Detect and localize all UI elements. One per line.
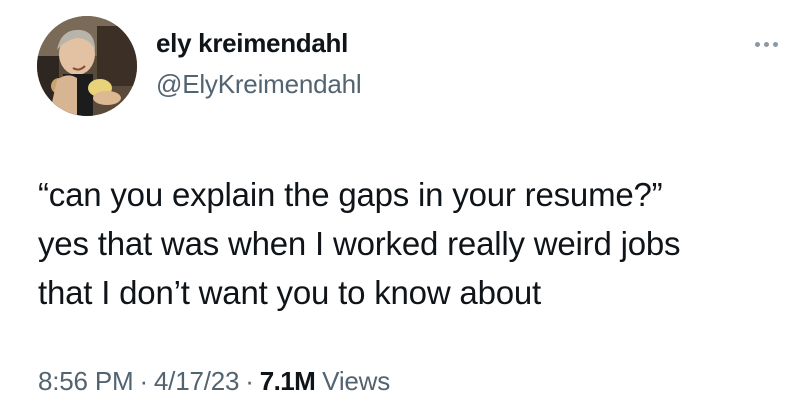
views-count: 7.1M xyxy=(259,366,316,396)
more-dot xyxy=(754,41,760,47)
more-options-icon[interactable] xyxy=(748,34,784,54)
avatar-photo xyxy=(37,16,137,116)
views-label: Views xyxy=(322,366,391,396)
tweet-text-line: “can you explain the gaps in your resume… xyxy=(38,176,663,213)
tweet-date[interactable]: 4/17/23 xyxy=(154,366,240,396)
author-handle[interactable]: @ElyKreimendahl xyxy=(156,69,362,100)
avatar[interactable] xyxy=(37,16,137,116)
more-dot xyxy=(772,41,778,47)
tweet-text: “can you explain the gaps in your resume… xyxy=(38,170,778,317)
tweet-text-line: that I don’t want you to know about xyxy=(38,274,542,311)
tweet-time[interactable]: 8:56 PM xyxy=(38,366,134,396)
meta-separator: · xyxy=(139,366,148,396)
more-dot xyxy=(763,41,769,47)
tweet-card: ely kreimendahl @ElyKreimendahl “can you… xyxy=(0,0,800,420)
tweet-text-line: yes that was when I worked really weird … xyxy=(38,225,681,262)
tweet-meta: 8:56 PM · 4/17/23 · 7.1M Views xyxy=(38,366,390,397)
meta-separator: · xyxy=(245,366,254,396)
author-display-name[interactable]: ely kreimendahl xyxy=(156,28,348,59)
